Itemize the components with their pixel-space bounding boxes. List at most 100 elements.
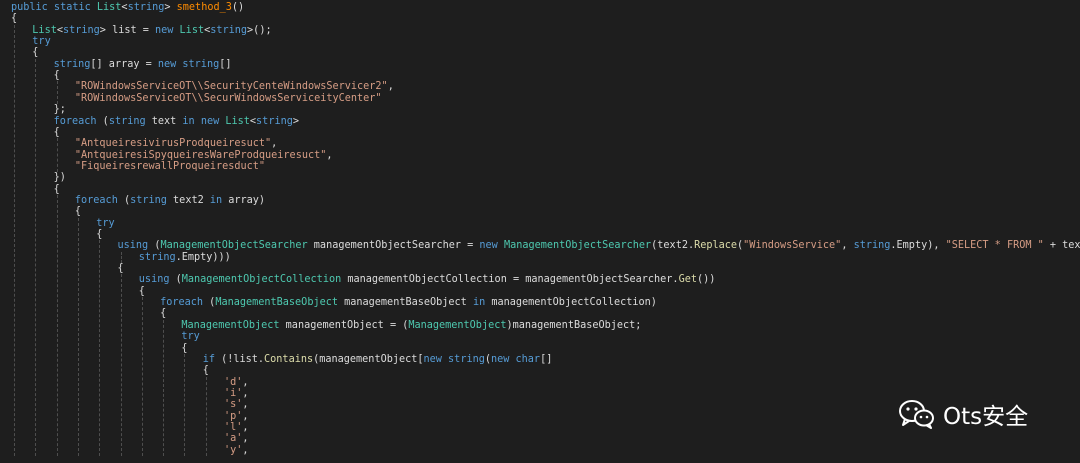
code-token: { bbox=[202, 365, 209, 377]
code-line: { bbox=[75, 206, 81, 218]
indent-guide bbox=[35, 58, 37, 456]
code-line: "ROWindowsServiceOT\\SecurWindowsService… bbox=[75, 93, 382, 105]
code-line: 'a', bbox=[224, 433, 249, 445]
code-token: { bbox=[181, 342, 188, 354]
code-token: [] bbox=[540, 353, 553, 365]
code-token: 'p' bbox=[224, 410, 243, 422]
code-token: new bbox=[479, 240, 504, 252]
code-token: , bbox=[271, 138, 278, 150]
code-token: (text2. bbox=[651, 240, 695, 252]
code-line: { bbox=[118, 263, 124, 275]
code-token: 's' bbox=[224, 399, 243, 411]
code-token: string bbox=[62, 24, 100, 36]
code-line: { bbox=[96, 229, 102, 241]
code-token: try bbox=[96, 217, 115, 229]
watermark: Ots安全 bbox=[899, 396, 1028, 432]
code-token: new char bbox=[491, 353, 541, 365]
code-token: { bbox=[11, 13, 18, 25]
code-line: using (ManagementObjectSearcher manageme… bbox=[118, 240, 1080, 252]
code-token: , bbox=[242, 410, 249, 422]
code-token: 'y' bbox=[224, 444, 243, 456]
code-token: ManagementObject bbox=[181, 319, 286, 331]
code-token: string bbox=[256, 115, 293, 127]
code-line: { bbox=[54, 184, 60, 196]
indent-guide bbox=[77, 217, 79, 456]
code-line: List<string> list = new List<string>(); bbox=[32, 25, 271, 37]
code-line: { bbox=[160, 308, 166, 320]
code-line: }) bbox=[54, 172, 66, 184]
code-token: 'a' bbox=[224, 433, 243, 445]
code-line: string[] array = new string[] bbox=[54, 59, 232, 71]
code-token: public static bbox=[11, 2, 97, 13]
code-token: 'i' bbox=[224, 387, 243, 399]
code-token: managementObjectCollection) bbox=[491, 297, 657, 309]
code-line: { bbox=[11, 13, 17, 25]
code-line: { bbox=[203, 365, 209, 377]
code-token: Contains bbox=[264, 353, 314, 365]
code-token: ManagementObjectCollection bbox=[181, 274, 348, 286]
code-token: , bbox=[242, 399, 249, 411]
code-token: "FiqueiresrewallProqueiresduct" bbox=[74, 160, 266, 172]
code-token: "AntqueiresivirusProdqueiresuct" bbox=[74, 138, 272, 150]
code-token: List bbox=[32, 24, 57, 36]
code-token: (managementObject[ bbox=[313, 353, 424, 365]
code-line: "FiqueiresrewallProqueiresduct" bbox=[75, 161, 265, 173]
code-token: managementObject = ( bbox=[285, 319, 409, 331]
code-token: using bbox=[138, 274, 176, 286]
code-token: Replace bbox=[694, 240, 738, 252]
code-token: in bbox=[209, 194, 229, 206]
code-token: string bbox=[130, 194, 174, 206]
code-token: List bbox=[179, 24, 205, 36]
code-token: List bbox=[225, 115, 250, 127]
code-token: ()) bbox=[696, 274, 716, 286]
code-line: { bbox=[32, 47, 38, 59]
code-token: , bbox=[326, 149, 333, 161]
code-token: in new bbox=[182, 115, 226, 127]
code-token: ManagementBaseObject bbox=[215, 297, 345, 309]
code-token: managementObjectCollection = managementO… bbox=[347, 274, 679, 286]
code-token: 'l' bbox=[224, 421, 243, 433]
code-token: , bbox=[242, 387, 249, 399]
code-token: try bbox=[181, 331, 200, 343]
code-line: using (ManagementObjectCollection manage… bbox=[139, 274, 716, 286]
code-line: string.Empty))) bbox=[139, 252, 231, 264]
code-token: if bbox=[202, 353, 222, 365]
watermark-text: Ots安全 bbox=[943, 404, 1029, 430]
code-line: ManagementObject managementObject = (Man… bbox=[181, 320, 641, 332]
indent-guide bbox=[184, 353, 186, 456]
code-token: { bbox=[32, 47, 39, 59]
code-token: managementObjectSearcher = bbox=[313, 240, 480, 252]
code-token: { bbox=[74, 206, 82, 218]
code-token: foreach bbox=[74, 194, 124, 206]
code-line: public static List<string> smethod_3() bbox=[11, 2, 244, 14]
code-token: (!list. bbox=[221, 353, 265, 365]
code-line: }; bbox=[54, 104, 66, 116]
code-token: "SELECT * FROM " bbox=[945, 240, 1044, 252]
code-token: , bbox=[387, 81, 394, 93]
code-token: > bbox=[164, 2, 177, 13]
indent-guide bbox=[56, 194, 58, 456]
code-token: { bbox=[138, 285, 145, 297]
code-token: () bbox=[231, 2, 245, 13]
indent-guide bbox=[163, 319, 165, 456]
code-token: string bbox=[108, 115, 152, 127]
code-token: managementBaseObject bbox=[344, 297, 473, 309]
code-token: }) bbox=[53, 172, 66, 184]
code-token: foreach bbox=[53, 115, 103, 127]
code-token: in bbox=[472, 297, 492, 309]
code-line: 'l', bbox=[224, 422, 249, 434]
code-token: text2 bbox=[173, 194, 210, 206]
code-token: new string bbox=[157, 58, 220, 70]
code-token: , bbox=[242, 444, 249, 456]
code-line: foreach (string text in new List<string> bbox=[54, 116, 299, 128]
code-line: 'i', bbox=[224, 388, 249, 400]
code-area[interactable]: public static List<string> smethod_3(){L… bbox=[0, 0, 1080, 463]
code-token: >(); bbox=[247, 24, 272, 36]
code-token: string bbox=[53, 58, 91, 70]
code-line: { bbox=[139, 286, 145, 298]
code-line: 'y', bbox=[224, 445, 249, 457]
code-line: try bbox=[96, 218, 114, 230]
code-editor[interactable]: public static List<string> smethod_3(){L… bbox=[0, 0, 1080, 463]
code-token: , bbox=[841, 240, 854, 252]
code-token: { bbox=[96, 229, 103, 240]
